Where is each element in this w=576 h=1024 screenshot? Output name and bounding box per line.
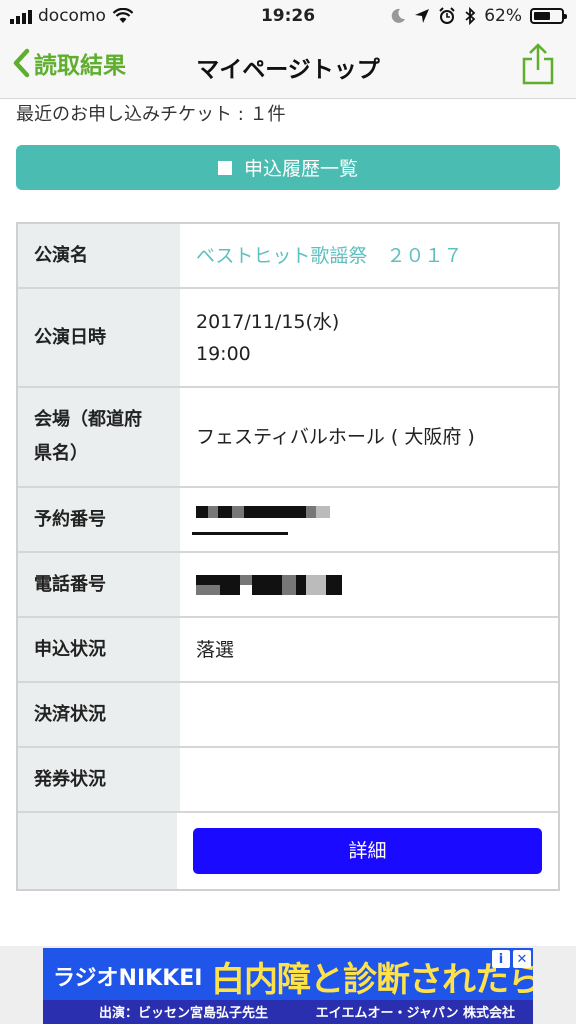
performance-datetime-label: 公演日時 (18, 289, 180, 386)
application-history-label: 申込履歴一覧 (243, 158, 358, 180)
ticket-issue-status-value (180, 748, 558, 811)
venue-label: 会場（都道府 県名） (18, 388, 180, 486)
battery-icon (530, 8, 567, 24)
share-icon[interactable] (520, 42, 556, 86)
back-button-label: 読取結果 (34, 53, 126, 79)
status-bar-right: 62% (390, 6, 567, 26)
battery-percent: 62% (484, 6, 522, 26)
payment-status-value (180, 683, 558, 746)
venue-label-line1: 会場（都道府 (34, 409, 142, 430)
ad-sponsor-text: エイエムオー・ジャパン 株式会社 (315, 1006, 515, 1021)
moon-icon (391, 8, 406, 23)
table-row: 予約番号 (18, 488, 558, 553)
application-history-button[interactable]: 申込履歴一覧 (16, 145, 560, 190)
back-button[interactable]: 読取結果 (12, 46, 126, 80)
application-status-value: 落選 (196, 638, 235, 661)
performance-time: 19:00 (196, 342, 251, 365)
square-icon (217, 160, 232, 175)
ticket-info-table: 公演名 ベストヒット歌謡祭 ２０１７ 公演日時 2017/11/15(水) 19… (16, 222, 560, 891)
table-row: 申込状況 落選 (18, 618, 558, 683)
info-icon[interactable]: i (492, 950, 510, 968)
phone-number-value (180, 553, 558, 616)
battery-fill (534, 12, 550, 20)
redacted-reservation-number (192, 500, 396, 540)
detail-button-cell: 詳細 (177, 813, 558, 889)
performance-datetime-value: 2017/11/15(水) 19:00 (180, 289, 558, 386)
ad-bottom-band: 出演：ビッセン宮島弘子先生 エイエムオー・ジャパン 株式会社 (43, 1000, 533, 1024)
performance-name-link[interactable]: ベストヒット歌謡祭 ２０１７ (180, 224, 558, 287)
detail-button[interactable]: 詳細 (193, 828, 542, 874)
table-row: 公演名 ベストヒット歌謡祭 ２０１７ (18, 224, 558, 289)
reservation-number-label: 予約番号 (18, 488, 180, 551)
reservation-number-value (180, 488, 558, 551)
nav-bar: 読取結果 マイページトップ (0, 34, 576, 99)
ad-top-band: ラジオNIKKEI 白内障と診断されたら (43, 948, 533, 1000)
alarm-icon (439, 7, 455, 24)
table-row: 決済状況 (18, 683, 558, 748)
ad-headline: 白内障と診断されたら (211, 960, 533, 1000)
location-icon (415, 9, 430, 23)
status-bar: docomo 19:26 62% (0, 0, 576, 34)
ad-area: ラジオNIKKEI 白内障と診断されたら 出演：ビッセン宮島弘子先生 エイエムオ… (0, 946, 576, 1024)
bluetooth-icon (465, 7, 476, 25)
payment-status-label: 決済状況 (18, 683, 180, 746)
ad-performer-text: 出演：ビッセン宮島弘子先生 (99, 1006, 269, 1021)
recent-tickets-summary: 最近のお申し込みチケット : １件 (16, 104, 286, 125)
performance-date: 2017/11/15(水) (196, 310, 340, 333)
table-row: 電話番号 (18, 553, 558, 618)
ticket-issue-status-label: 発券状況 (18, 748, 180, 811)
redacted-phone-number (196, 565, 396, 605)
chevron-left-icon (13, 48, 30, 78)
ad-brand: ラジオNIKKEI (53, 966, 203, 991)
table-row: 公演日時 2017/11/15(水) 19:00 (18, 289, 558, 388)
venue-value: フェスティバルホール ( 大阪府 ) (196, 426, 475, 448)
empty-label-cell (18, 813, 177, 889)
table-row: 発券状況 (18, 748, 558, 813)
table-row: 詳細 (18, 813, 558, 889)
ad-banner[interactable]: ラジオNIKKEI 白内障と診断されたら 出演：ビッセン宮島弘子先生 エイエムオ… (43, 948, 533, 1024)
ad-controls: i ✕ (492, 950, 531, 968)
phone-number-label: 電話番号 (18, 553, 180, 616)
performance-name-label: 公演名 (18, 224, 180, 287)
application-status-label: 申込状況 (18, 618, 180, 681)
venue-label-line2: 県名） (34, 443, 88, 464)
table-row: 会場（都道府 県名） フェスティバルホール ( 大阪府 ) (18, 388, 558, 488)
close-icon[interactable]: ✕ (513, 950, 531, 968)
